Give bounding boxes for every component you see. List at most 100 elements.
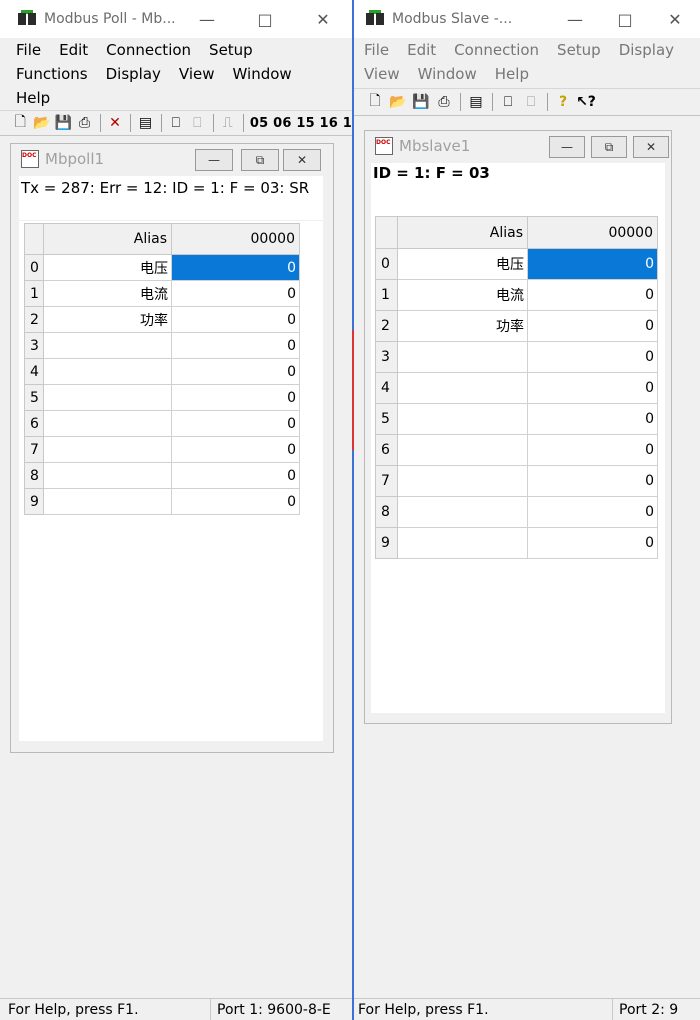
menu-connection[interactable]: Connection: [106, 41, 191, 59]
close-icon[interactable]: ✕: [650, 0, 700, 38]
value-cell[interactable]: 0: [527, 527, 658, 559]
value-cell[interactable]: 0: [527, 279, 658, 311]
help-question-icon[interactable]: ?: [552, 92, 574, 112]
pulse-icon[interactable]: ⎍: [218, 113, 238, 133]
minimize-icon[interactable]: —: [550, 0, 600, 38]
value-cell[interactable]: 0: [527, 310, 658, 342]
alias-column-header[interactable]: Alias: [43, 223, 172, 255]
menu-functions[interactable]: Functions: [16, 65, 88, 83]
alias-cell[interactable]: [397, 341, 528, 373]
alias-cell[interactable]: [397, 496, 528, 528]
menu-edit[interactable]: Edit: [59, 41, 88, 59]
child-close-icon[interactable]: ✕: [633, 136, 669, 158]
value-cell[interactable]: 0: [171, 410, 300, 437]
save-icon[interactable]: 💾: [410, 92, 432, 112]
child-minimize-icon[interactable]: —: [195, 149, 233, 171]
child-close-icon[interactable]: ✕: [283, 149, 321, 171]
function-codes-toolbar[interactable]: 05 06 15 16 1: [250, 116, 352, 131]
menu-edit[interactable]: Edit: [407, 41, 436, 59]
menu-display[interactable]: Display: [619, 41, 674, 59]
open-folder-icon[interactable]: 📂: [31, 113, 51, 133]
alias-cell[interactable]: 电压: [397, 248, 528, 280]
menu-setup[interactable]: Setup: [209, 41, 253, 59]
alias-cell[interactable]: 功率: [397, 310, 528, 342]
menu-file[interactable]: File: [364, 41, 389, 59]
alias-cell[interactable]: 功率: [43, 306, 172, 333]
alias-column-header[interactable]: Alias: [397, 216, 528, 249]
value-cell[interactable]: 0: [527, 341, 658, 373]
window-icon[interactable]: ▤: [135, 113, 155, 133]
close-icon[interactable]: ✕: [294, 0, 352, 38]
alias-cell[interactable]: 电流: [397, 279, 528, 311]
menu-setup[interactable]: Setup: [557, 41, 601, 59]
open-folder-icon[interactable]: 📂: [387, 92, 409, 112]
print-icon[interactable]: ⎙: [433, 92, 455, 112]
alias-cell[interactable]: [397, 527, 528, 559]
row-index: 6: [24, 410, 44, 437]
value-cell[interactable]: 0: [171, 488, 300, 515]
alias-cell[interactable]: [43, 436, 172, 463]
value-cell[interactable]: 0: [527, 372, 658, 404]
value-cell[interactable]: 0: [171, 462, 300, 489]
connect-icon[interactable]: ⎕: [497, 92, 519, 112]
window-icon[interactable]: ▤: [465, 92, 487, 112]
disconnect-icon[interactable]: ⎕: [187, 113, 207, 133]
menu-window[interactable]: Window: [418, 65, 477, 83]
alias-cell[interactable]: 电压: [43, 254, 172, 281]
value-cell[interactable]: 0: [171, 332, 300, 359]
menu-view[interactable]: View: [179, 65, 215, 83]
minimize-icon[interactable]: —: [178, 0, 236, 38]
disconnect-icon[interactable]: ⎕: [520, 92, 542, 112]
alias-cell[interactable]: [397, 465, 528, 497]
menu-help[interactable]: Help: [16, 89, 50, 107]
child-restore-icon[interactable]: ⧉: [591, 136, 627, 158]
help-hint: For Help, press F1.: [358, 1001, 489, 1018]
new-file-icon[interactable]: 🗋: [10, 113, 30, 133]
alias-cell[interactable]: [43, 358, 172, 385]
value-cell[interactable]: 0: [171, 358, 300, 385]
mbpoll1-titlebar[interactable]: Mbpoll1 — ⧉ ✕: [11, 144, 333, 174]
alias-cell[interactable]: [43, 332, 172, 359]
address-column-header[interactable]: 00000: [527, 216, 658, 249]
menu-help[interactable]: Help: [495, 65, 529, 83]
value-cell[interactable]: 0: [171, 436, 300, 463]
menu-window[interactable]: Window: [233, 65, 292, 83]
value-cell[interactable]: 0: [171, 280, 300, 307]
alias-cell[interactable]: [397, 403, 528, 435]
child-minimize-icon[interactable]: —: [549, 136, 585, 158]
alias-cell[interactable]: [43, 462, 172, 489]
maximize-icon[interactable]: □: [236, 0, 294, 38]
print-icon[interactable]: ⎙: [74, 113, 94, 133]
value-cell[interactable]: 0: [527, 496, 658, 528]
value-cell[interactable]: 0: [527, 403, 658, 435]
value-cell[interactable]: 0: [527, 434, 658, 466]
value-cell-selected[interactable]: 0: [527, 248, 658, 280]
value-cell[interactable]: 0: [171, 306, 300, 333]
alias-cell[interactable]: [43, 488, 172, 515]
child-restore-icon[interactable]: ⧉: [241, 149, 279, 171]
connect-icon[interactable]: ⎕: [166, 113, 186, 133]
value-cell-selected[interactable]: 0: [171, 254, 300, 281]
address-column-header[interactable]: 00000: [171, 223, 300, 255]
row-index: 3: [24, 332, 44, 359]
value-cell[interactable]: 0: [527, 465, 658, 497]
context-help-icon[interactable]: ↖?: [575, 92, 597, 112]
alias-cell[interactable]: [397, 372, 528, 404]
mbslave1-titlebar[interactable]: Mbslave1 — ⧉ ✕: [365, 131, 671, 161]
menu-connection[interactable]: Connection: [454, 41, 539, 59]
menu-view[interactable]: View: [364, 65, 400, 83]
alias-cell[interactable]: [397, 434, 528, 466]
row-index: 7: [24, 436, 44, 463]
delete-x-icon[interactable]: ✕: [105, 113, 125, 133]
menu-display[interactable]: Display: [106, 65, 161, 83]
maximize-icon[interactable]: □: [600, 0, 650, 38]
alias-cell[interactable]: 电流: [43, 280, 172, 307]
save-icon[interactable]: 💾: [53, 113, 73, 133]
slave-titlebar[interactable]: Modbus Slave -... — □ ✕: [354, 0, 700, 38]
poll-titlebar[interactable]: Modbus Poll - Mb... — □ ✕: [0, 0, 352, 38]
alias-cell[interactable]: [43, 384, 172, 411]
value-cell[interactable]: 0: [171, 384, 300, 411]
alias-cell[interactable]: [43, 410, 172, 437]
menu-file[interactable]: File: [16, 41, 41, 59]
new-file-icon[interactable]: 🗋: [364, 92, 386, 112]
